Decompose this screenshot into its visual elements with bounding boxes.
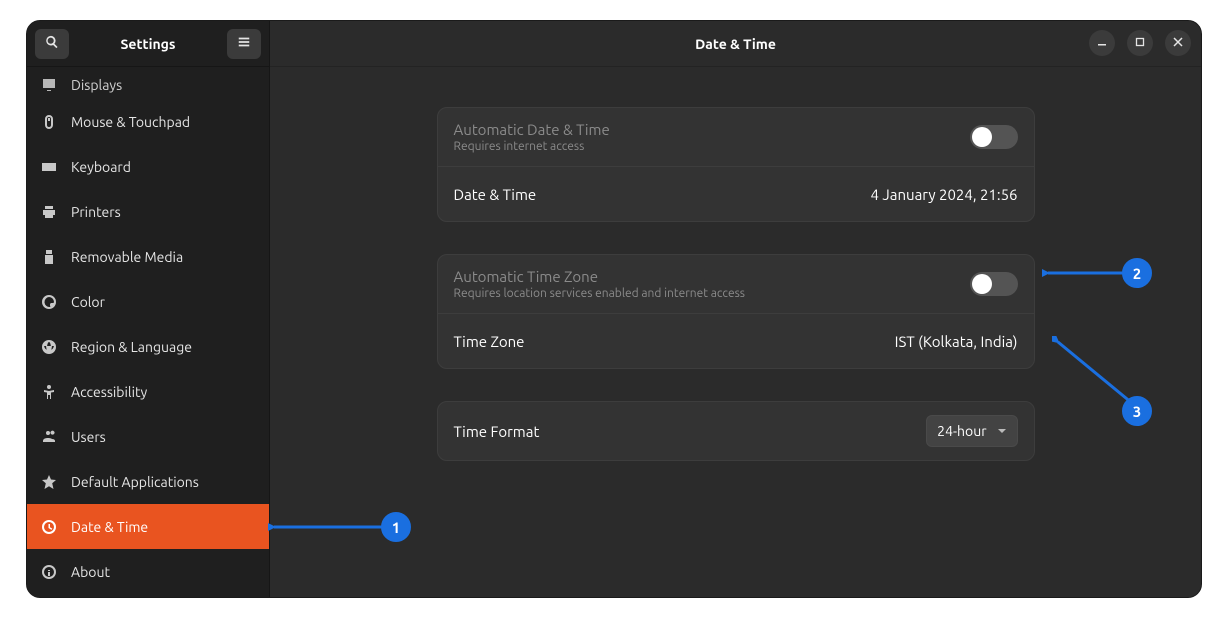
minimize-icon: [1096, 34, 1108, 52]
auto-date-time-row: Automatic Date & Time Requires internet …: [438, 108, 1034, 166]
info-icon: [41, 564, 57, 580]
sidebar-item-label: Accessibility: [71, 384, 147, 400]
auto-timezone-row: Automatic Time Zone Requires location se…: [438, 255, 1034, 313]
search-icon: [45, 35, 59, 53]
sidebar-item-label: Removable Media: [71, 249, 183, 265]
usb-icon: [41, 249, 57, 265]
date-time-row[interactable]: Date & Time 4 January 2024, 21:56: [438, 166, 1034, 221]
sidebar-item-label: Users: [71, 429, 106, 445]
sidebar-item-color[interactable]: Color: [27, 279, 269, 324]
content: Automatic Date & Time Requires internet …: [270, 67, 1201, 597]
auto-timezone-label: Automatic Time Zone: [454, 268, 746, 285]
display-icon: [41, 77, 57, 93]
hamburger-icon: [237, 35, 251, 53]
sidebar-item-printers[interactable]: Printers: [27, 189, 269, 234]
maximize-button[interactable]: [1127, 30, 1153, 56]
auto-date-time-switch[interactable]: [970, 125, 1018, 149]
format-group: Time Format 24-hour: [437, 401, 1035, 461]
main-pane: Date & Time Automatic Date & Time: [270, 21, 1201, 597]
close-button[interactable]: [1165, 30, 1191, 56]
timezone-group: Automatic Time Zone Requires location se…: [437, 254, 1035, 369]
time-format-value: 24-hour: [937, 423, 986, 439]
chevron-down-icon: [997, 423, 1007, 439]
sidebar-item-users[interactable]: Users: [27, 414, 269, 459]
auto-date-time-label: Automatic Date & Time: [454, 121, 610, 138]
timezone-row[interactable]: Time Zone IST (Kolkata, India): [438, 313, 1034, 368]
page-title: Date & Time: [695, 36, 776, 52]
date-time-group: Automatic Date & Time Requires internet …: [437, 107, 1035, 222]
time-format-select[interactable]: 24-hour: [926, 415, 1017, 447]
clock-icon: [41, 519, 57, 535]
sidebar-item-label: Region & Language: [71, 339, 192, 355]
sidebar-item-region[interactable]: Region & Language: [27, 324, 269, 369]
sidebar-item-accessibility[interactable]: Accessibility: [27, 369, 269, 414]
content-inner: Automatic Date & Time Requires internet …: [437, 107, 1035, 597]
sidebar-item-displays[interactable]: Displays: [27, 69, 269, 99]
star-icon: [41, 474, 57, 490]
date-time-value: 4 January 2024, 21:56: [870, 186, 1017, 203]
hamburger-button[interactable]: [227, 29, 261, 59]
sidebar-item-about[interactable]: About: [27, 549, 269, 594]
search-button[interactable]: [35, 29, 69, 59]
sidebar: Settings Displays Mouse & Touchpad Keybo…: [27, 21, 270, 597]
keyboard-icon: [41, 159, 57, 175]
mouse-icon: [41, 114, 57, 130]
sidebar-item-label: Printers: [71, 204, 121, 220]
users-icon: [41, 429, 57, 445]
main-header: Date & Time: [270, 21, 1201, 67]
globe-icon: [41, 339, 57, 355]
sidebar-header: Settings: [27, 21, 269, 67]
sidebar-item-mouse[interactable]: Mouse & Touchpad: [27, 99, 269, 144]
color-icon: [41, 294, 57, 310]
sidebar-item-date-time[interactable]: Date & Time: [27, 504, 269, 549]
maximize-icon: [1134, 34, 1146, 52]
timezone-value: IST (Kolkata, India): [895, 333, 1018, 350]
sidebar-item-label: Default Applications: [71, 474, 199, 490]
sidebar-item-label: Date & Time: [71, 519, 148, 535]
sidebar-item-label: About: [71, 564, 110, 580]
time-format-label: Time Format: [454, 423, 540, 440]
minimize-button[interactable]: [1089, 30, 1115, 56]
window-controls: [1089, 30, 1191, 56]
sidebar-item-label: Color: [71, 294, 105, 310]
sidebar-item-keyboard[interactable]: Keyboard: [27, 144, 269, 189]
accessibility-icon: [41, 384, 57, 400]
time-format-row: Time Format 24-hour: [438, 402, 1034, 460]
auto-timezone-sub: Requires location services enabled and i…: [454, 287, 746, 300]
sidebar-list[interactable]: Displays Mouse & Touchpad Keyboard Print…: [27, 67, 269, 597]
sidebar-item-removable[interactable]: Removable Media: [27, 234, 269, 279]
close-icon: [1172, 34, 1184, 52]
printer-icon: [41, 204, 57, 220]
sidebar-item-default-apps[interactable]: Default Applications: [27, 459, 269, 504]
settings-window: Settings Displays Mouse & Touchpad Keybo…: [26, 20, 1202, 598]
sidebar-title: Settings: [75, 36, 221, 52]
timezone-label: Time Zone: [454, 333, 525, 350]
auto-timezone-switch[interactable]: [970, 272, 1018, 296]
date-time-label: Date & Time: [454, 186, 537, 203]
sidebar-item-label: Mouse & Touchpad: [71, 114, 190, 130]
auto-date-time-sub: Requires internet access: [454, 140, 610, 153]
sidebar-item-label: Displays: [71, 77, 122, 93]
sidebar-item-label: Keyboard: [71, 159, 131, 175]
